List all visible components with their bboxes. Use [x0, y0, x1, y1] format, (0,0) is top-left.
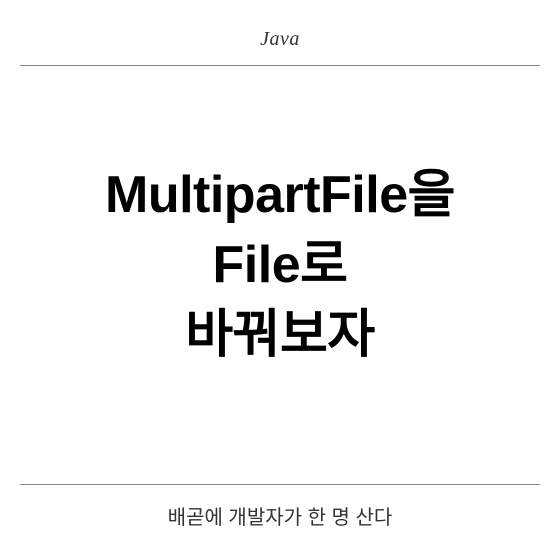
title-line-3: 바꿔보자: [185, 300, 374, 370]
subtitle: 배곧에 개발자가 한 명 산다: [0, 501, 560, 530]
title-line-2: File로: [213, 230, 348, 300]
title-line-1: MultipartFile을: [105, 160, 455, 230]
footer: 배곧에 개발자가 한 명 산다: [0, 485, 560, 560]
document-card: Java MultipartFile을 File로 바꿔보자 배곧에 개발자가 …: [0, 0, 560, 560]
header: Java: [0, 0, 560, 51]
main-content: MultipartFile을 File로 바꿔보자: [0, 46, 560, 484]
